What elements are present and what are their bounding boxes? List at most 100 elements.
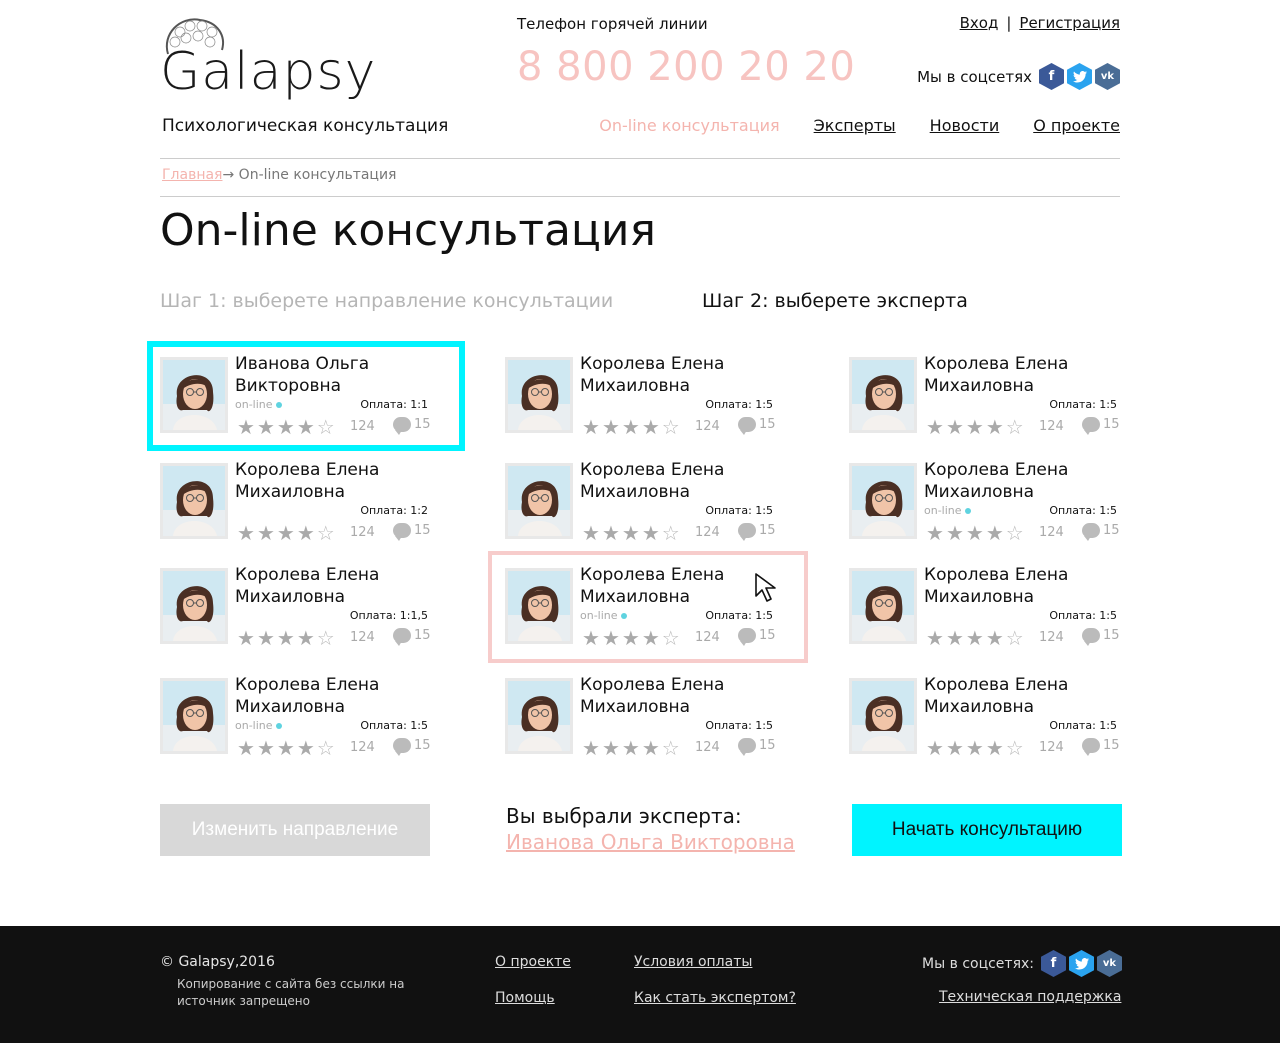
star-filled-icon[interactable]: ★: [986, 417, 1004, 437]
star-filled-icon[interactable]: ★: [602, 417, 620, 437]
chosen-expert-name[interactable]: Иванова Ольга Викторовна: [506, 830, 795, 854]
star-filled-icon[interactable]: ★: [966, 523, 984, 543]
footer-payment-link[interactable]: Условия оплаты: [634, 954, 752, 970]
register-link[interactable]: Регистрация: [1019, 14, 1120, 32]
star-empty-icon[interactable]: ☆: [317, 738, 335, 758]
breadcrumb-home[interactable]: Главная: [162, 167, 222, 183]
star-filled-icon[interactable]: ★: [966, 738, 984, 758]
expert-name[interactable]: Королева Елена Михаиловна: [580, 353, 800, 397]
star-empty-icon[interactable]: ☆: [1006, 738, 1024, 758]
comments-count[interactable]: 15: [1082, 523, 1120, 541]
star-empty-icon[interactable]: ☆: [662, 417, 680, 437]
change-direction-button[interactable]: Изменить направление: [160, 804, 430, 856]
twitter-icon[interactable]: [1069, 950, 1094, 977]
expert-name[interactable]: Королева Елена Михаиловна: [235, 564, 455, 608]
comments-count[interactable]: 15: [1082, 738, 1120, 756]
expert-name[interactable]: Королева Елена Михаиловна: [580, 459, 800, 503]
logo[interactable]: Galapsy: [160, 14, 400, 114]
hotline-phone[interactable]: 8 800 200 20 20: [517, 44, 855, 90]
comments-count[interactable]: 15: [393, 523, 431, 541]
footer-help-link[interactable]: Помощь: [495, 990, 555, 1006]
expert-card[interactable]: Королева Елена Михаиловна on-line Оплата: …: [160, 675, 460, 768]
expert-avatar[interactable]: [505, 357, 573, 433]
nav-experts[interactable]: Эксперты: [814, 116, 896, 135]
expert-avatar[interactable]: [849, 678, 917, 754]
star-filled-icon[interactable]: ★: [986, 628, 1004, 648]
expert-name[interactable]: Королева Елена Михаиловна: [924, 564, 1144, 608]
start-consultation-button[interactable]: Начать консультацию: [852, 804, 1122, 856]
expert-card[interactable]: Королева Елена Михаиловна Оплата: 1:5 ★ ★ ★ ★…: [849, 675, 1149, 768]
expert-name[interactable]: Королева Елена Михаиловна: [924, 674, 1144, 718]
star-filled-icon[interactable]: ★: [582, 738, 600, 758]
expert-card[interactable]: Королева Елена Михаиловна Оплата: 1:1,5 ★ ★…: [160, 565, 460, 658]
star-filled-icon[interactable]: ★: [237, 523, 255, 543]
star-filled-icon[interactable]: ★: [966, 628, 984, 648]
star-filled-icon[interactable]: ★: [642, 738, 660, 758]
expert-name[interactable]: Королева Елена Михаиловна: [580, 674, 800, 718]
star-filled-icon[interactable]: ★: [257, 523, 275, 543]
expert-card[interactable]: Королева Елена Михаиловна Оплата: 1:2 ★ ★ ★ ★…: [160, 460, 460, 553]
facebook-icon[interactable]: f: [1041, 950, 1066, 977]
expert-avatar[interactable]: [849, 463, 917, 539]
expert-avatar[interactable]: [849, 357, 917, 433]
star-filled-icon[interactable]: ★: [986, 523, 1004, 543]
star-filled-icon[interactable]: ★: [237, 628, 255, 648]
expert-avatar[interactable]: [160, 568, 228, 644]
expert-card[interactable]: Королева Елена Михаиловна Оплата: 1:5 ★ ★ ★ ★…: [849, 354, 1149, 447]
star-filled-icon[interactable]: ★: [582, 523, 600, 543]
footer-about-link[interactable]: О проекте: [495, 954, 571, 970]
expert-card[interactable]: Королева Елена Михаиловна Оплата: 1:5 ★ ★ ★ ★…: [505, 675, 805, 768]
star-filled-icon[interactable]: ★: [946, 417, 964, 437]
vk-icon[interactable]: vk: [1095, 63, 1120, 90]
star-filled-icon[interactable]: ★: [946, 628, 964, 648]
star-filled-icon[interactable]: ★: [257, 738, 275, 758]
star-filled-icon[interactable]: ★: [642, 417, 660, 437]
expert-name[interactable]: Королева Елена Михаиловна: [924, 459, 1144, 503]
star-filled-icon[interactable]: ★: [622, 523, 640, 543]
expert-avatar[interactable]: [160, 678, 228, 754]
expert-card[interactable]: Королева Елена Михаиловна Оплата: 1:5 ★ ★ ★ ★…: [505, 354, 805, 447]
star-filled-icon[interactable]: ★: [622, 417, 640, 437]
expert-avatar[interactable]: [505, 678, 573, 754]
footer-support-link[interactable]: Техническая поддержка: [939, 989, 1121, 1005]
star-filled-icon[interactable]: ★: [297, 628, 315, 648]
footer-become-expert-link[interactable]: Как стать экспертом?: [634, 990, 796, 1006]
star-empty-icon[interactable]: ☆: [662, 523, 680, 543]
star-filled-icon[interactable]: ★: [257, 628, 275, 648]
star-filled-icon[interactable]: ★: [602, 523, 620, 543]
comments-count[interactable]: 15: [1082, 417, 1120, 435]
star-empty-icon[interactable]: ☆: [317, 523, 335, 543]
star-filled-icon[interactable]: ★: [986, 738, 1004, 758]
comments-count[interactable]: 15: [738, 417, 776, 435]
nav-news[interactable]: Новости: [930, 116, 1000, 135]
expert-avatar[interactable]: [849, 568, 917, 644]
star-filled-icon[interactable]: ★: [926, 628, 944, 648]
star-filled-icon[interactable]: ★: [582, 417, 600, 437]
vk-icon[interactable]: vk: [1097, 950, 1122, 977]
step1-tab[interactable]: Шаг 1: выберете направление консультации: [160, 290, 613, 312]
nav-about[interactable]: О проекте: [1033, 116, 1120, 135]
expert-name[interactable]: Королева Елена Михаиловна: [235, 459, 455, 503]
star-empty-icon[interactable]: ☆: [662, 738, 680, 758]
comments-count[interactable]: 15: [738, 523, 776, 541]
star-filled-icon[interactable]: ★: [926, 523, 944, 543]
star-empty-icon[interactable]: ☆: [1006, 523, 1024, 543]
expert-avatar[interactable]: [160, 463, 228, 539]
star-filled-icon[interactable]: ★: [277, 738, 295, 758]
star-filled-icon[interactable]: ★: [642, 523, 660, 543]
star-filled-icon[interactable]: ★: [602, 738, 620, 758]
step2-tab[interactable]: Шаг 2: выберете эксперта: [702, 290, 968, 312]
comments-count[interactable]: 15: [1082, 628, 1120, 646]
nav-online-consultation[interactable]: On-line консультация: [599, 116, 779, 135]
expert-card[interactable]: Королева Елена Михаиловна Оплата: 1:5 ★ ★ ★ ★…: [505, 460, 805, 553]
twitter-icon[interactable]: [1067, 63, 1092, 90]
star-empty-icon[interactable]: ☆: [317, 628, 335, 648]
star-filled-icon[interactable]: ★: [946, 738, 964, 758]
star-filled-icon[interactable]: ★: [926, 738, 944, 758]
star-empty-icon[interactable]: ☆: [1006, 628, 1024, 648]
login-link[interactable]: Вход: [960, 14, 999, 32]
comments-count[interactable]: 15: [393, 628, 431, 646]
star-filled-icon[interactable]: ★: [277, 523, 295, 543]
star-filled-icon[interactable]: ★: [622, 738, 640, 758]
expert-name[interactable]: Королева Елена Михаиловна: [924, 353, 1144, 397]
